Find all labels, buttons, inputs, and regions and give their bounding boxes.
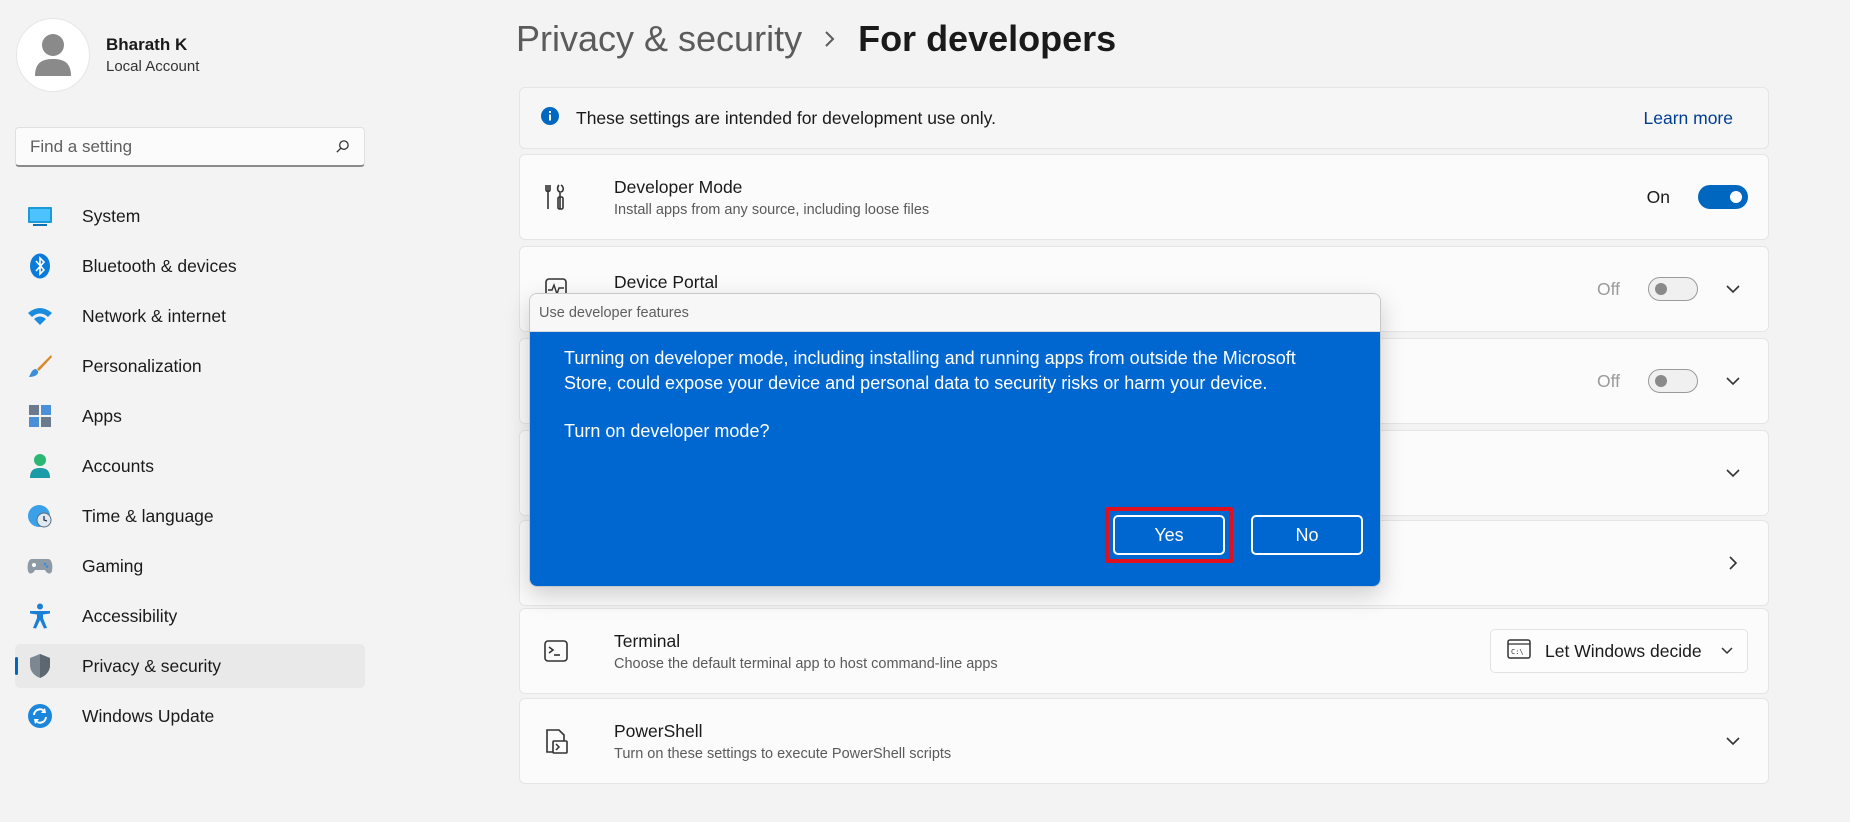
globe-clock-icon	[27, 503, 53, 529]
powershell-row[interactable]: PowerShell Turn on these settings to exe…	[519, 698, 1769, 784]
profile-account-type: Local Account	[106, 58, 200, 75]
learn-more-link[interactable]: Learn more	[1644, 108, 1734, 129]
chevron-down-icon[interactable]	[1718, 726, 1748, 756]
bluetooth-icon	[27, 253, 53, 279]
search-input[interactable]	[30, 136, 335, 157]
chevron-down-icon[interactable]	[1718, 274, 1748, 304]
update-icon	[27, 703, 53, 729]
sidebar-item-network[interactable]: Network & internet	[15, 294, 365, 338]
chevron-right-icon[interactable]	[1718, 548, 1748, 578]
sidebar-item-label: Time & language	[82, 505, 214, 526]
accounts-icon	[27, 453, 53, 479]
dialog-title: Use developer features	[530, 294, 1380, 332]
device-portal-title: Device Portal	[614, 272, 719, 292]
sidebar-item-label: Windows Update	[82, 705, 215, 726]
sidebar: Bharath K Local Account System	[0, 0, 380, 822]
search-box[interactable]	[15, 127, 365, 167]
terminal-dropdown[interactable]: C:\ Let Windows decide	[1490, 629, 1748, 673]
sidebar-item-windows-update[interactable]: Windows Update	[15, 694, 365, 738]
terminal-title: Terminal	[614, 630, 681, 651]
dialog-body: Turning on developer mode, including ins…	[530, 332, 1380, 586]
chevron-down-icon[interactable]	[1718, 458, 1748, 488]
sidebar-item-accessibility[interactable]: Accessibility	[15, 594, 365, 638]
developer-mode-state: On	[1646, 186, 1670, 207]
search-icon[interactable]	[335, 139, 350, 154]
powershell-icon	[542, 727, 570, 755]
sidebar-item-bluetooth[interactable]: Bluetooth & devices	[15, 244, 365, 288]
gamepad-icon	[27, 553, 53, 579]
system-icon	[27, 203, 53, 229]
sidebar-item-system[interactable]: System	[15, 194, 365, 238]
row3-toggle[interactable]	[1648, 369, 1698, 393]
sidebar-item-label: System	[82, 205, 141, 226]
info-icon	[540, 106, 560, 131]
profile-name: Bharath K	[106, 35, 188, 54]
sidebar-item-label: Privacy & security	[82, 655, 222, 676]
user-icon	[35, 34, 71, 76]
chevron-right-icon	[824, 24, 836, 55]
terminal-dropdown-value: Let Windows decide	[1545, 640, 1702, 661]
device-portal-toggle[interactable]	[1648, 277, 1698, 301]
powershell-desc: Turn on these settings to execute PowerS…	[614, 745, 952, 762]
chevron-down-icon	[1721, 642, 1733, 660]
apps-icon	[27, 403, 53, 429]
developer-mode-desc: Install apps from any source, including …	[614, 201, 930, 218]
sidebar-item-privacy-security[interactable]: Privacy & security	[15, 644, 365, 688]
tools-icon	[542, 183, 570, 211]
breadcrumb: Privacy & security For developers	[516, 18, 1116, 60]
sidebar-item-apps[interactable]: Apps	[15, 394, 365, 438]
sidebar-item-label: Bluetooth & devices	[82, 255, 237, 276]
brush-icon	[27, 353, 53, 379]
sidebar-item-gaming[interactable]: Gaming	[15, 544, 365, 588]
sidebar-item-label: Accounts	[82, 455, 154, 476]
sidebar-item-label: Gaming	[82, 555, 144, 576]
sidebar-item-personalization[interactable]: Personalization	[15, 344, 365, 388]
developer-mode-row: Developer Mode Install apps from any sou…	[519, 154, 1769, 240]
no-button[interactable]: No	[1251, 515, 1363, 555]
breadcrumb-parent[interactable]: Privacy & security	[516, 18, 802, 60]
svg-text:C:\: C:\	[1511, 648, 1524, 656]
terminal-desc: Choose the default terminal app to host …	[614, 655, 998, 672]
developer-mode-title: Developer Mode	[614, 176, 743, 197]
chevron-down-icon[interactable]	[1718, 366, 1748, 396]
yes-button[interactable]: Yes	[1113, 515, 1225, 555]
terminal-row: Terminal Choose the default terminal app…	[519, 608, 1769, 694]
sidebar-item-label: Accessibility	[82, 605, 178, 626]
device-portal-state: Off	[1596, 278, 1620, 299]
terminal-icon	[542, 637, 570, 665]
profile[interactable]: Bharath K Local Account	[16, 18, 199, 92]
row3-state: Off	[1596, 370, 1620, 391]
sidebar-item-label: Personalization	[82, 355, 202, 376]
developer-mode-toggle[interactable]	[1698, 185, 1748, 209]
avatar[interactable]	[16, 18, 90, 92]
accessibility-icon	[27, 603, 53, 629]
sidebar-item-time-language[interactable]: Time & language	[15, 494, 365, 538]
shield-icon	[27, 653, 53, 679]
dialog-question: Turn on developer mode?	[564, 421, 770, 441]
developer-features-dialog: Use developer features Turning on develo…	[529, 293, 1381, 587]
page-title: For developers	[858, 18, 1117, 59]
sidebar-item-label: Network & internet	[82, 305, 226, 326]
dialog-message: Turning on developer mode, including ins…	[564, 348, 1296, 393]
info-bar: These settings are intended for developm…	[519, 87, 1769, 149]
sidebar-nav: System Bluetooth & devices Network & int…	[15, 194, 365, 744]
terminal-app-icon: C:\	[1507, 638, 1531, 664]
powershell-title: PowerShell	[614, 720, 703, 741]
wifi-icon	[27, 303, 53, 329]
sidebar-item-accounts[interactable]: Accounts	[15, 444, 365, 488]
info-text: These settings are intended for developm…	[576, 107, 996, 128]
sidebar-item-label: Apps	[82, 405, 122, 426]
